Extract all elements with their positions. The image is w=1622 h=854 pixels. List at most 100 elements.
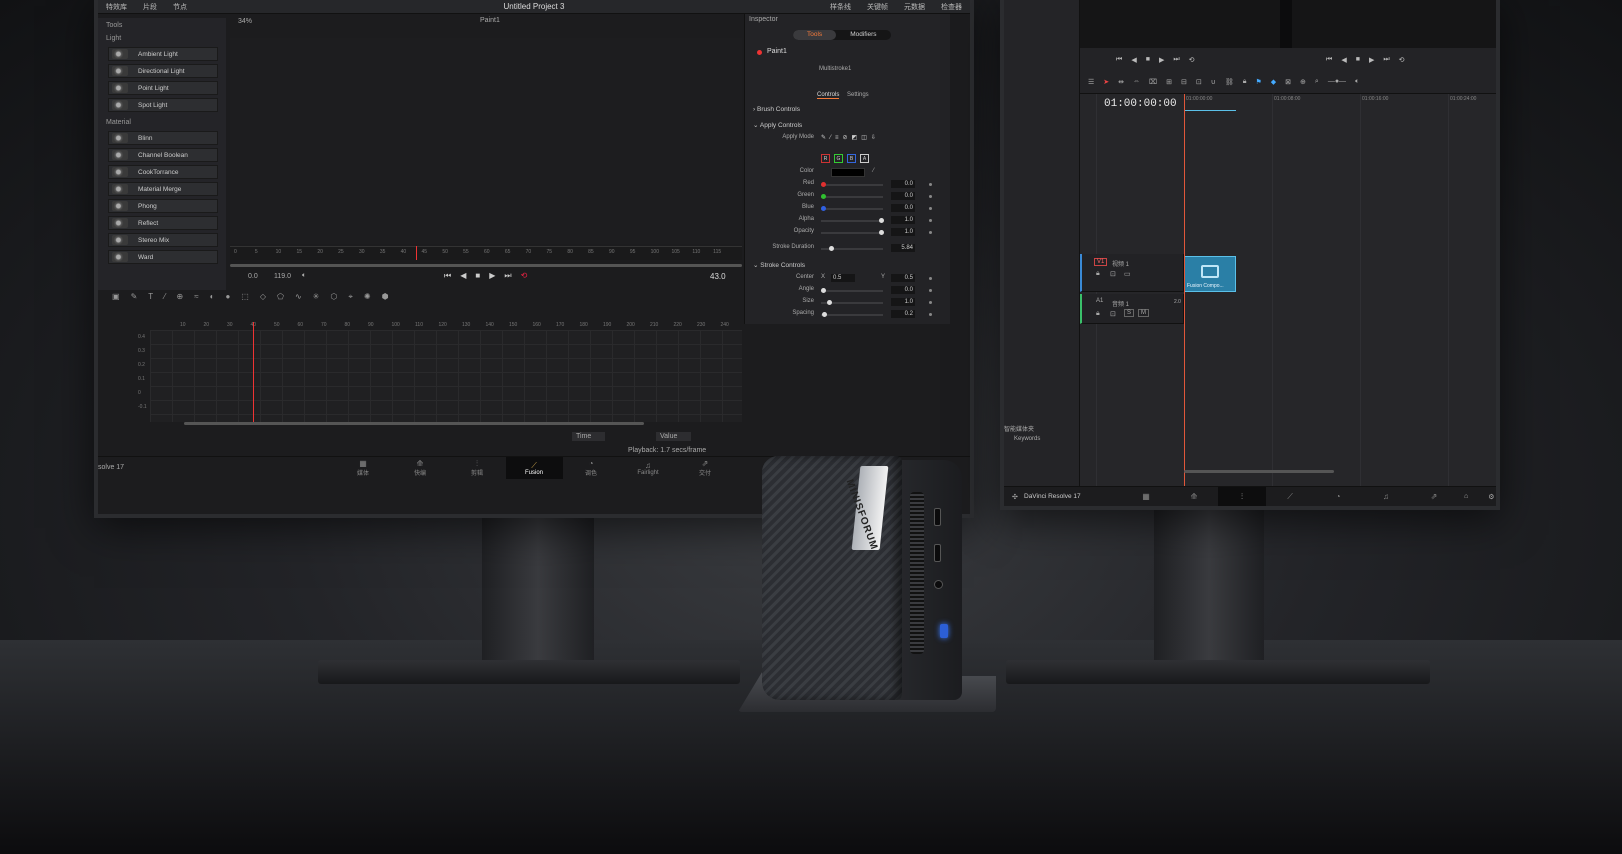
keywords-label[interactable]: Keywords: [1014, 436, 1040, 442]
render-tool-icon[interactable]: ⬢: [382, 292, 389, 302]
spline-graph[interactable]: [150, 330, 742, 422]
play-icon[interactable]: ▶: [489, 271, 495, 281]
step-back-icon[interactable]: ◀: [1131, 56, 1136, 64]
paint-tool-icon[interactable]: ✎: [131, 292, 138, 302]
stroke-duration-value[interactable]: 5.84: [891, 244, 915, 252]
brush-controls-header[interactable]: › Brush Controls: [753, 106, 800, 113]
row-value[interactable]: 1.0: [891, 298, 915, 306]
slider-knob[interactable]: [827, 300, 832, 305]
timeline-playhead[interactable]: [1184, 94, 1185, 486]
snapping-icon[interactable]: ∪: [1211, 78, 1216, 86]
stroke-controls-header[interactable]: ⌄ Stroke Controls: [753, 261, 805, 269]
bspline-tool-icon[interactable]: ∿: [295, 292, 302, 302]
page-edit[interactable]: ⫶ 剪辑: [449, 457, 506, 479]
keyframe-icon[interactable]: [929, 231, 932, 234]
tool-stereo-mix[interactable]: Stereo Mix: [108, 233, 218, 247]
page-deliver[interactable]: ⇗ 交付: [677, 457, 734, 479]
page-fairlight[interactable]: ♫ Fairlight: [620, 457, 677, 479]
brush-tool-icon[interactable]: ⁄: [164, 292, 165, 302]
drop-tool-icon[interactable]: ●: [225, 292, 230, 302]
stop-icon[interactable]: ■: [1356, 56, 1360, 64]
render-end[interactable]: 119.0: [274, 273, 291, 280]
slider-knob[interactable]: [821, 288, 826, 293]
row-slider[interactable]: [821, 300, 883, 305]
timeline-options-icon[interactable]: ☰: [1088, 78, 1094, 86]
slider-knob[interactable]: [829, 246, 834, 251]
particle-tool-icon[interactable]: ✳: [313, 292, 320, 302]
insert-clip-icon[interactable]: ⊞: [1166, 78, 1172, 86]
node-enable-icon[interactable]: [757, 50, 762, 55]
page-edit[interactable]: ⫶: [1218, 486, 1266, 506]
keyframe-icon[interactable]: [929, 289, 932, 292]
text-tool-icon[interactable]: T: [148, 292, 153, 302]
3d-tool-icon[interactable]: ⬡: [330, 292, 337, 302]
blur-tool-icon[interactable]: ≈: [194, 292, 198, 302]
settings-gear-icon[interactable]: ⚙: [1488, 493, 1494, 501]
center-x-value[interactable]: 0.5: [831, 274, 855, 282]
flag-icon[interactable]: ⚑: [1255, 78, 1261, 86]
trim-tool-icon[interactable]: ⇹: [1118, 78, 1124, 86]
keyframe-icon[interactable]: [929, 313, 932, 316]
timeline-ruler[interactable]: 01:00:00:00 01:00:08:00 01:00:16:00 01:00:2…: [1184, 96, 1496, 106]
row-slider[interactable]: [821, 288, 883, 293]
eyedropper-icon[interactable]: ⁄: [873, 168, 874, 174]
time-ruler[interactable]: 0 5 10 15 20 25 30 35 40 45 50 55 60 65 70 75 80 85 90 95 10…: [230, 246, 742, 260]
zoom-detail-icon[interactable]: ⊕: [1300, 78, 1306, 86]
current-frame[interactable]: 43.0: [710, 272, 726, 281]
slider-knob[interactable]: [821, 206, 826, 211]
zoom-full-icon[interactable]: ⊠: [1285, 78, 1291, 86]
row-value[interactable]: 0.2: [891, 310, 915, 318]
stop-icon[interactable]: ■: [475, 271, 480, 281]
channel-g[interactable]: G: [834, 154, 843, 163]
value-field-label[interactable]: Value: [656, 432, 692, 441]
step-back-icon[interactable]: ◀: [460, 271, 466, 281]
row-value[interactable]: 0.0: [891, 180, 915, 188]
replace-clip-icon[interactable]: ⊡: [1196, 78, 1202, 86]
channel-a[interactable]: A: [860, 154, 869, 163]
tool-ward[interactable]: Ward: [108, 250, 218, 264]
mute-button[interactable]: M: [1138, 309, 1149, 317]
tab-tools[interactable]: Tools: [793, 30, 837, 40]
subtab-settings[interactable]: Settings: [847, 92, 869, 98]
row-slider[interactable]: [821, 218, 884, 223]
go-end-icon[interactable]: ⏭︎: [1173, 56, 1179, 64]
row-slider[interactable]: [821, 194, 883, 199]
solo-button[interactable]: S: [1124, 309, 1135, 317]
merge-tool-icon[interactable]: ⊕: [177, 292, 184, 302]
keyframe-icon[interactable]: [929, 207, 932, 210]
page-media[interactable]: ▦: [1122, 492, 1170, 501]
stroke-duration-slider[interactable]: [821, 246, 883, 251]
zoom-level[interactable]: 34%: [238, 18, 252, 25]
power-button[interactable]: [940, 624, 948, 638]
subtab-controls[interactable]: Controls: [817, 92, 840, 99]
go-end-icon[interactable]: ⏭︎: [504, 271, 511, 281]
loop-icon[interactable]: ⟲: [1399, 56, 1405, 64]
tool-reflect[interactable]: Reflect: [108, 216, 218, 230]
dynamic-trim-icon[interactable]: ⇔: [1133, 78, 1140, 86]
apply-controls-header[interactable]: ⌄ Apply Controls: [753, 121, 802, 129]
background-tool-icon[interactable]: ▣: [112, 292, 120, 302]
tool-channel-boolean[interactable]: Channel Boolean: [108, 148, 218, 162]
track-lock-icon[interactable]: 🔒︎: [1096, 310, 1100, 318]
home-icon[interactable]: ⌂: [1464, 493, 1468, 500]
camera-tool-icon[interactable]: ⌖: [348, 292, 353, 302]
row-slider[interactable]: [821, 206, 883, 211]
timeline-viewer[interactable]: [1080, 0, 1496, 50]
page-cut[interactable]: ⟰: [1170, 492, 1218, 501]
slider-knob[interactable]: [821, 182, 826, 187]
overwrite-clip-icon[interactable]: ⊟: [1181, 78, 1187, 86]
slider-knob[interactable]: [879, 218, 884, 223]
color-swatch[interactable]: [831, 168, 865, 177]
marker-icon[interactable]: ◆: [1271, 78, 1276, 86]
graph-scrollbar[interactable]: [184, 422, 644, 425]
timeline-scrollbar[interactable]: [1184, 470, 1334, 473]
tool-blinn[interactable]: Blinn: [108, 131, 218, 145]
graph-playhead[interactable]: [253, 322, 254, 422]
link-icon[interactable]: ⛓︎: [1225, 78, 1234, 86]
speaker-icon[interactable]: 🔈︎: [302, 272, 306, 280]
row-value[interactable]: 0.0: [891, 204, 915, 212]
page-color[interactable]: ◔: [1314, 492, 1362, 501]
center-y-value[interactable]: 0.5: [891, 274, 915, 282]
fusion-composition-clip[interactable]: Fusion Compo...: [1184, 256, 1236, 292]
keyframe-icon[interactable]: [929, 183, 932, 186]
